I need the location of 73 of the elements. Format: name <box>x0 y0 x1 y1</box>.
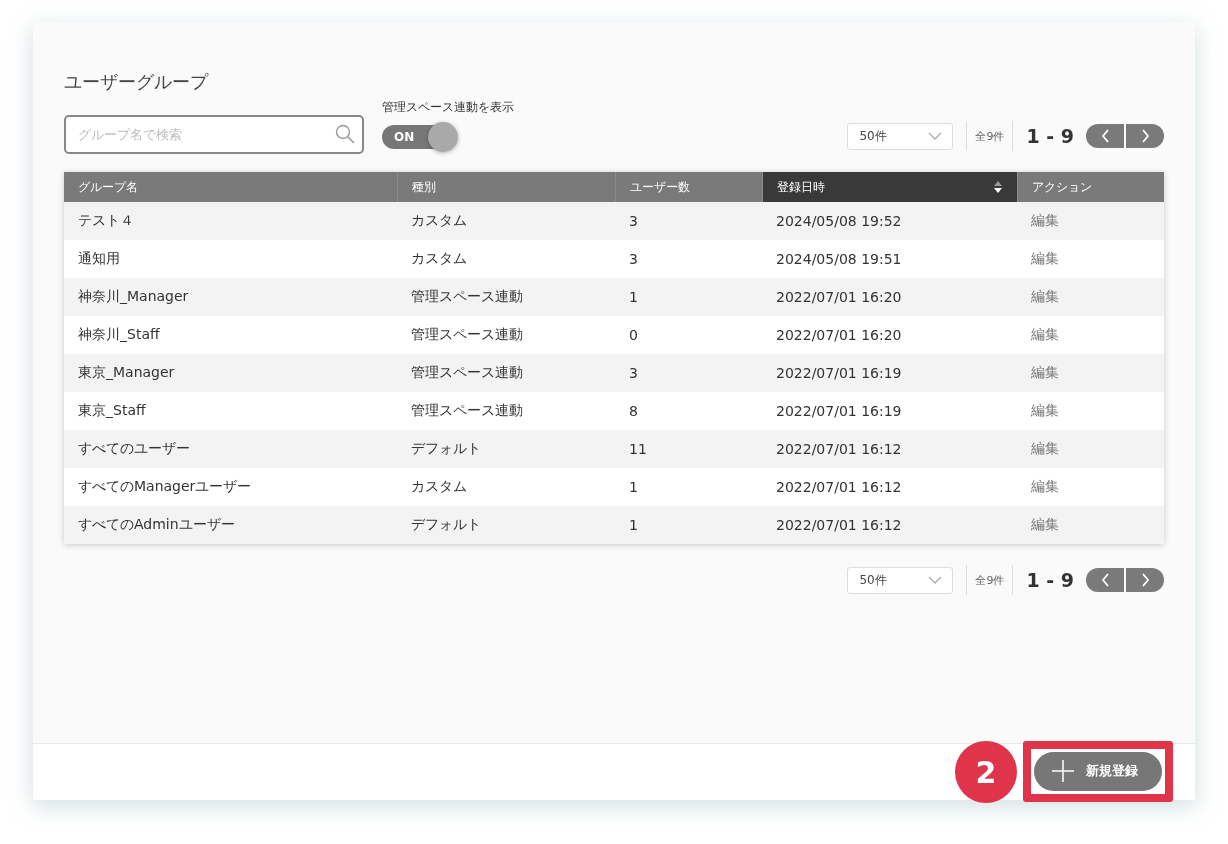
table-cell: 神奈川_Manager <box>64 278 397 316</box>
table-cell: 通知用 <box>64 240 397 278</box>
total-count: 全9件 <box>975 128 1005 144</box>
column-header[interactable]: アクション <box>1017 172 1164 202</box>
table-cell: 11 <box>615 430 762 468</box>
table-cell: カスタム <box>397 468 615 506</box>
table-cell: すべてのManagerユーザー <box>64 468 397 506</box>
chevron-right-icon <box>1140 129 1150 143</box>
table-cell: 0 <box>615 316 762 354</box>
table-cell: 3 <box>615 240 762 278</box>
column-header[interactable]: 種別 <box>397 172 615 202</box>
page-range: 1 - 9 <box>1026 569 1074 591</box>
search-icon <box>335 124 355 144</box>
table-cell: テスト４ <box>64 202 397 240</box>
toggle-label: 管理スペース連動を表示 <box>382 99 514 116</box>
chevron-right-icon <box>1140 573 1150 587</box>
sort-icon <box>992 180 1003 194</box>
table-cell: デフォルト <box>397 506 615 544</box>
edit-link[interactable]: 編集 <box>1017 202 1164 240</box>
page-size-dropdown[interactable]: 50件 <box>847 566 954 594</box>
step-number-badge: 2 <box>955 741 1017 803</box>
edit-link[interactable]: 編集 <box>1017 468 1164 506</box>
edit-link[interactable]: 編集 <box>1017 316 1164 354</box>
page-size-dropdown[interactable]: 50件 <box>847 122 954 150</box>
column-header[interactable]: 登録日時 <box>762 172 1017 202</box>
table-cell: 2022/07/01 16:20 <box>762 278 1017 316</box>
table-cell: カスタム <box>397 240 615 278</box>
chevron-down-icon <box>928 576 943 584</box>
table-cell: 2024/05/08 19:52 <box>762 202 1017 240</box>
table-cell: 8 <box>615 392 762 430</box>
table-cell: 3 <box>615 202 762 240</box>
chevron-left-icon <box>1100 129 1110 143</box>
new-registration-button[interactable]: 新規登録 <box>1034 751 1162 791</box>
edit-link[interactable]: 編集 <box>1017 354 1164 392</box>
edit-link[interactable]: 編集 <box>1017 240 1164 278</box>
table-cell: 2022/07/01 16:20 <box>762 316 1017 354</box>
table-cell: 3 <box>615 354 762 392</box>
table-cell: 2022/07/01 16:12 <box>762 430 1017 468</box>
table-cell: 2022/07/01 16:12 <box>762 468 1017 506</box>
column-header[interactable]: ユーザー数 <box>615 172 762 202</box>
page-title: ユーザーグループ <box>64 70 210 94</box>
next-page-button[interactable] <box>1126 568 1164 592</box>
table-cell: 管理スペース連動 <box>397 354 615 392</box>
table-cell: 2022/07/01 16:12 <box>762 506 1017 544</box>
table-cell: 神奈川_Staff <box>64 316 397 354</box>
table-cell: 1 <box>615 278 762 316</box>
total-count: 全9件 <box>975 572 1005 588</box>
table-cell: すべてのAdminユーザー <box>64 506 397 544</box>
next-page-button[interactable] <box>1126 124 1164 148</box>
page-range: 1 - 9 <box>1026 125 1074 147</box>
table-cell: カスタム <box>397 202 615 240</box>
table-cell: 1 <box>615 506 762 544</box>
table-cell: 東京_Staff <box>64 392 397 430</box>
plus-icon <box>1052 760 1074 782</box>
edit-link[interactable]: 編集 <box>1017 278 1164 316</box>
table-cell: 2024/05/08 19:51 <box>762 240 1017 278</box>
table-cell: 2022/07/01 16:19 <box>762 354 1017 392</box>
table-cell: 管理スペース連動 <box>397 316 615 354</box>
table-cell: 東京_Manager <box>64 354 397 392</box>
edit-link[interactable]: 編集 <box>1017 430 1164 468</box>
edit-link[interactable]: 編集 <box>1017 506 1164 544</box>
table-cell: デフォルト <box>397 430 615 468</box>
edit-link[interactable]: 編集 <box>1017 392 1164 430</box>
table-cell: 2022/07/01 16:19 <box>762 392 1017 430</box>
column-header[interactable]: グループ名 <box>64 172 397 202</box>
previous-page-button[interactable] <box>1086 568 1124 592</box>
table-cell: 管理スペース連動 <box>397 278 615 316</box>
table-cell: 1 <box>615 468 762 506</box>
table-cell: 管理スペース連動 <box>397 392 615 430</box>
table-cell: すべてのユーザー <box>64 430 397 468</box>
chevron-down-icon <box>928 132 943 140</box>
previous-page-button[interactable] <box>1086 124 1124 148</box>
chevron-left-icon <box>1100 573 1110 587</box>
